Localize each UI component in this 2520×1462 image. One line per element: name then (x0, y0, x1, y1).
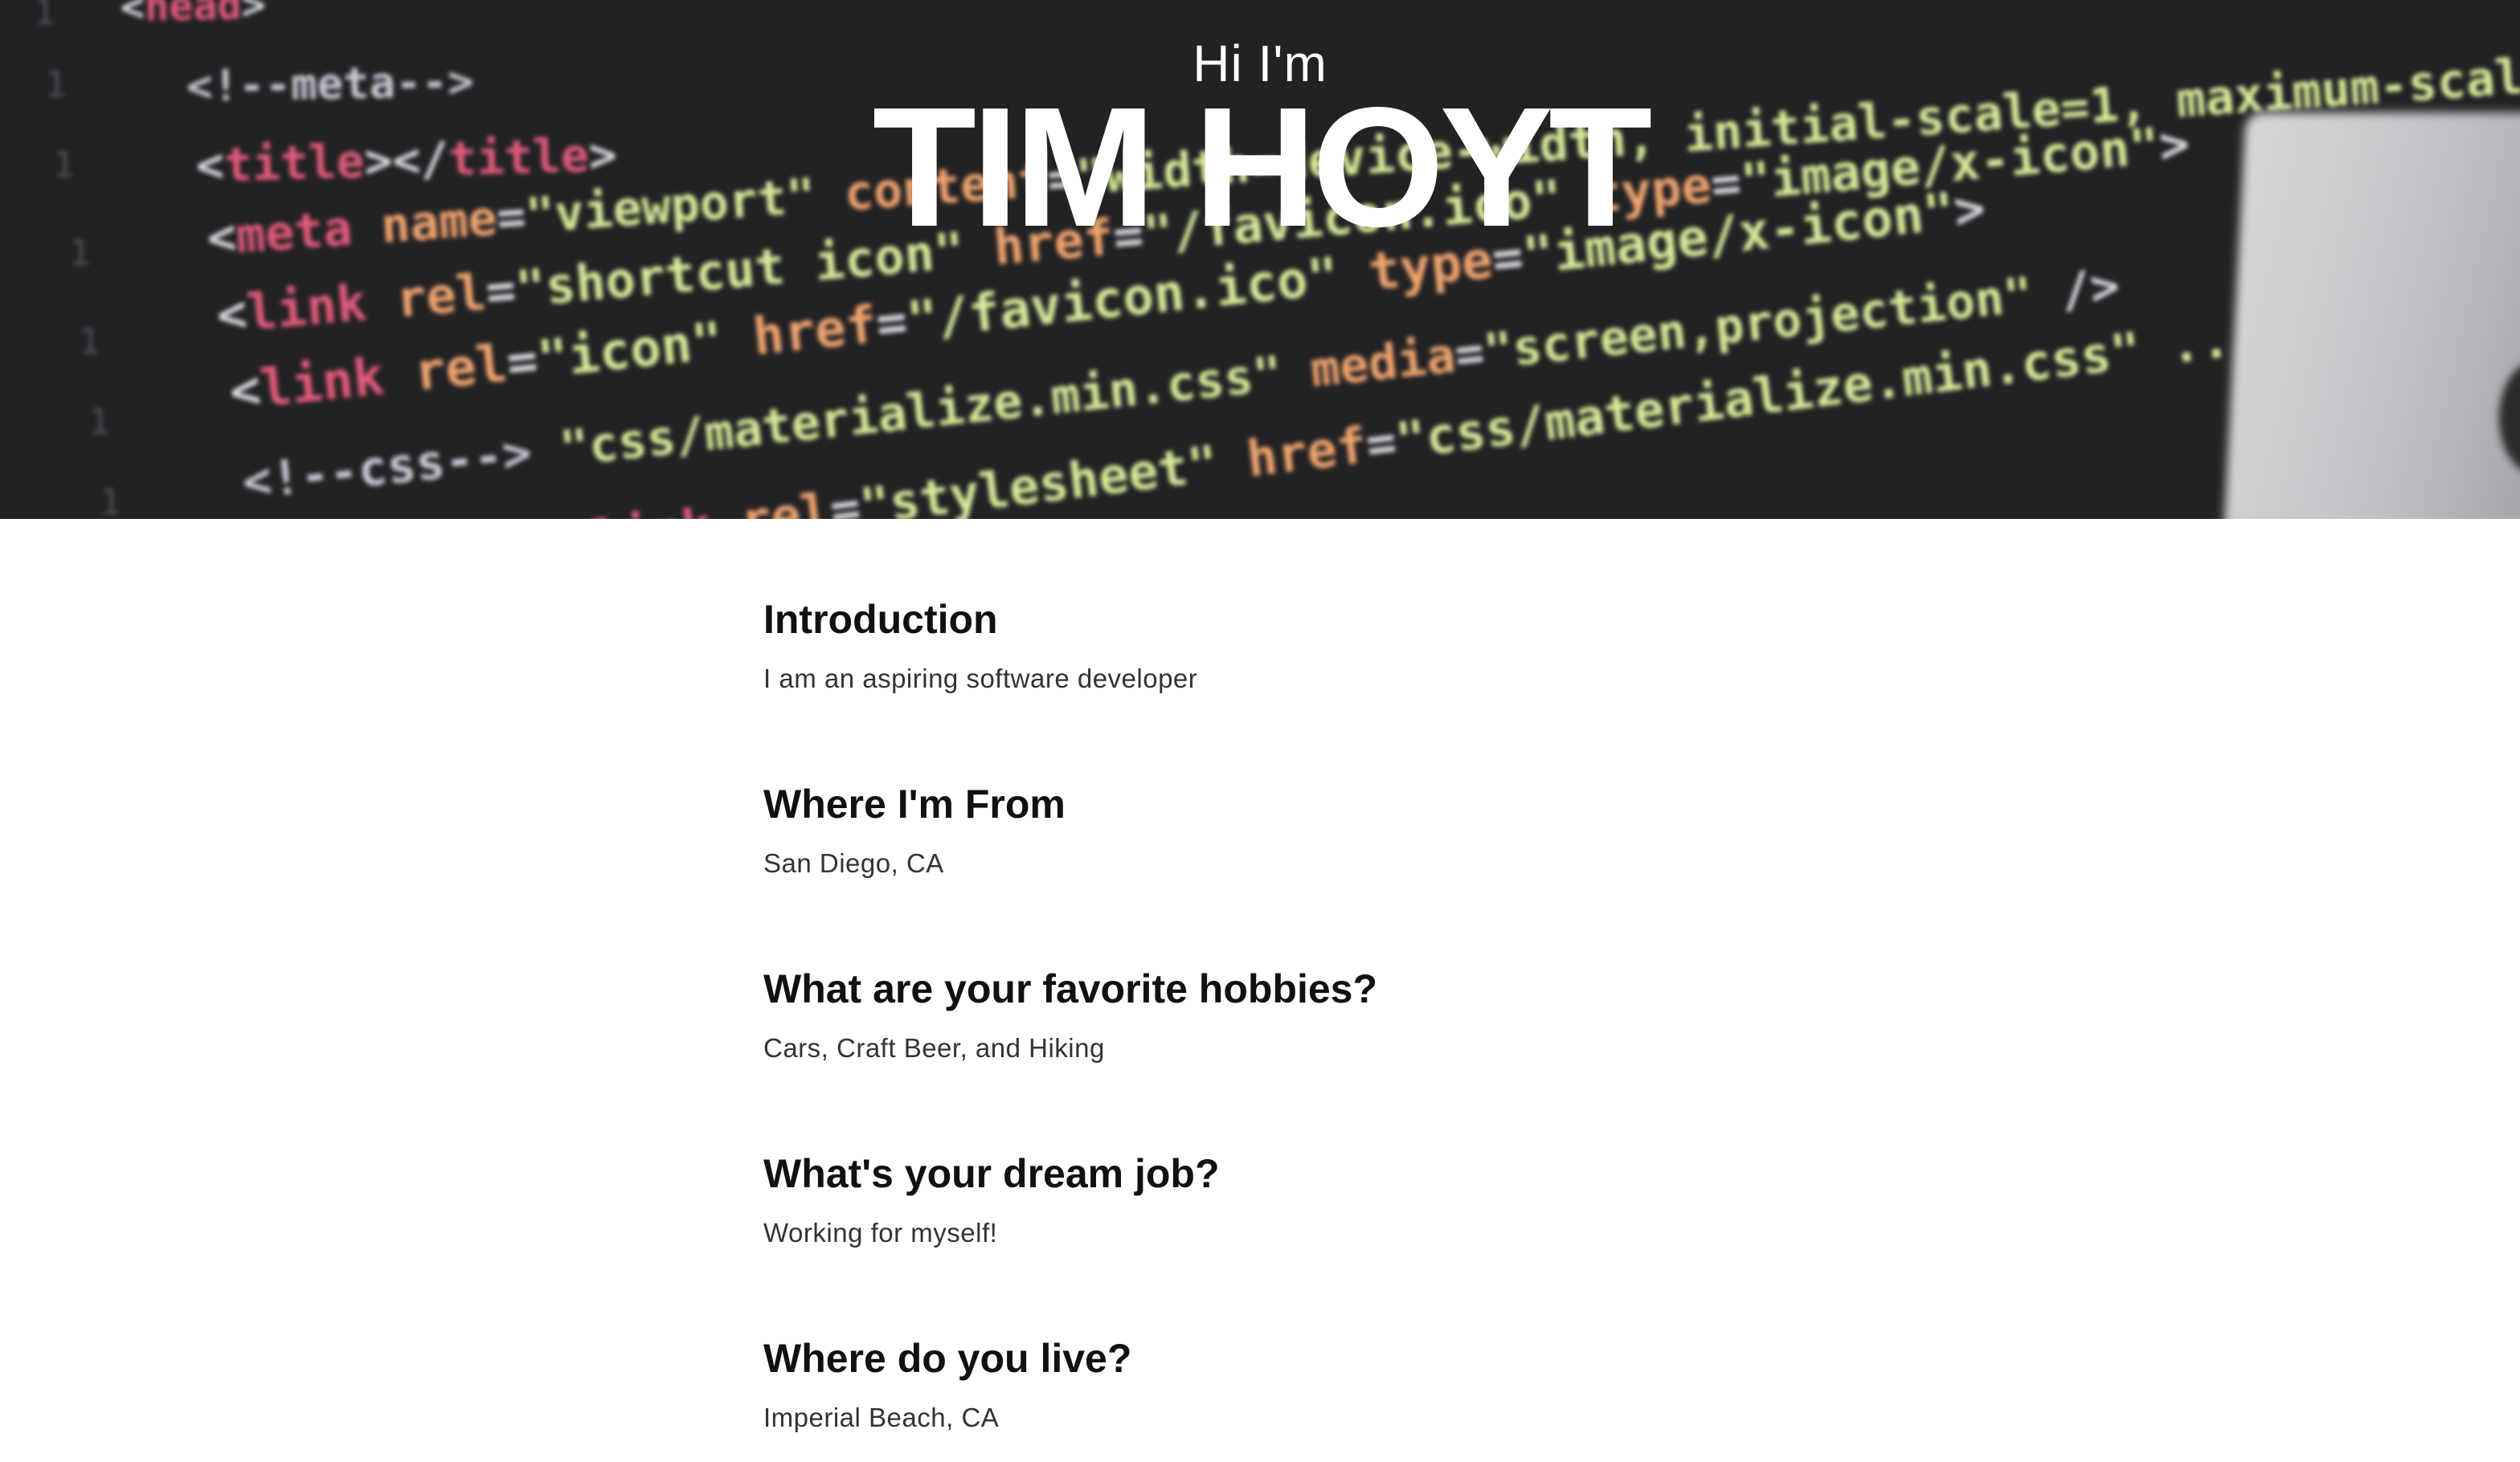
section-text: Working for myself! (763, 1218, 998, 1248)
section-dream-job: What's your dream job? Working for mysel… (763, 1146, 1808, 1330)
line-number-marker: 1 (100, 482, 121, 519)
section-where-from: Where I'm From San Diego, CA (763, 776, 1808, 961)
line-number-marker: 1 (88, 402, 110, 443)
code-line: <head> (120, 0, 266, 31)
code-token: href (750, 295, 880, 368)
section-text: San Diego, CA (763, 848, 944, 878)
code-token: /> (2029, 257, 2122, 323)
line-number-marker: 1 (79, 321, 100, 362)
section-heading: Where do you live? (763, 1336, 1132, 1381)
section-heading: Introduction (763, 597, 998, 642)
code-token: rel (411, 333, 510, 403)
section-heading: What's your dream job? (763, 1151, 1220, 1196)
code-token: head (144, 0, 243, 31)
section-text: I am an aspiring software developer (763, 664, 1198, 693)
section-where-live: Where do you live? Imperial Beach, CA (763, 1330, 1808, 1462)
code-token: < (120, 0, 145, 31)
code-token: rel (393, 262, 489, 329)
section-heading: Where I'm From (763, 782, 1066, 827)
section-introduction: Introduction I am an aspiring software d… (763, 591, 1808, 776)
hero-banner: 1 1 1 1 1 1 1 <head> <!--meta--> <title>… (0, 0, 2520, 519)
line-number-marker: 1 (34, 0, 55, 33)
code-token: href (1243, 415, 1370, 489)
code-token: <!--css--> (239, 424, 534, 511)
code-token: "icon" (534, 308, 757, 390)
section-hobbies: What are your favorite hobbies? Cars, Cr… (763, 961, 1808, 1146)
code-token: "stylesheet" (857, 430, 1251, 519)
hero-name: TIM HOYT (872, 71, 1653, 262)
code-token: media (1307, 327, 1458, 399)
code-token: rel (737, 481, 834, 519)
section-text: Imperial Beach, CA (763, 1403, 1000, 1432)
code-token: link (589, 492, 745, 519)
section-text: Cars, Craft Beer, and Hiking (763, 1033, 1105, 1063)
code-token: > (241, 0, 267, 29)
about-content: Introduction I am an aspiring software d… (763, 591, 1808, 1462)
code-token: link (244, 270, 399, 342)
code-token: link (257, 344, 418, 419)
section-heading: What are your favorite hobbies? (763, 966, 1378, 1011)
